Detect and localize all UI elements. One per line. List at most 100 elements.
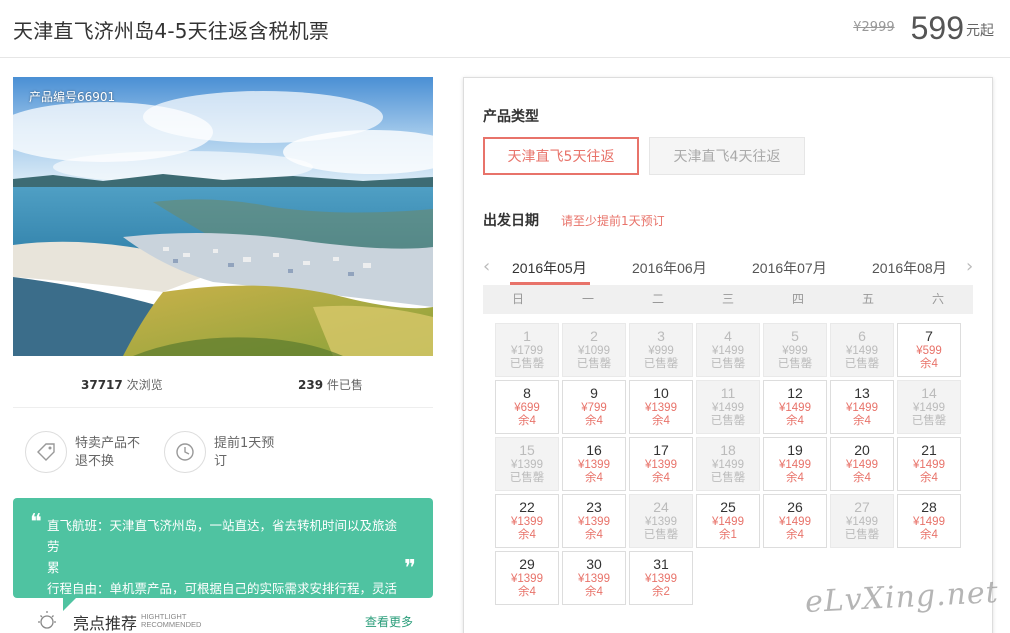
- calendar-day-cell[interactable]: 30 ¥1399 余4: [562, 551, 626, 605]
- product-title: 天津直飞济州岛4-5天往返含税机票: [13, 19, 330, 43]
- prev-month-arrow-icon[interactable]: ‹: [483, 256, 490, 277]
- feature-line: 退不换: [75, 454, 115, 469]
- price-block: ¥2999 599 元起: [853, 8, 994, 48]
- day-number: 4: [724, 328, 732, 344]
- day-price: ¥1499: [779, 459, 811, 471]
- day-price: ¥1399: [511, 573, 543, 585]
- tab-month-2016-06[interactable]: 2016年06月: [632, 258, 707, 278]
- next-month-arrow-icon[interactable]: ›: [966, 256, 973, 277]
- product-type-option-5day[interactable]: 天津直飞5天往返: [483, 137, 639, 175]
- calendar-day-cell: 14 ¥1499 已售罄: [897, 380, 961, 434]
- calendar-day-cell[interactable]: 22 ¥1399 余4: [495, 494, 559, 548]
- day-number: 19: [787, 442, 803, 458]
- weekday-label: 四: [791, 292, 804, 306]
- calendar-day-cell[interactable]: 8 ¥699 余4: [495, 380, 559, 434]
- calendar-day-cell[interactable]: 23 ¥1399 余4: [562, 494, 626, 548]
- day-price: ¥1499: [712, 345, 744, 357]
- day-availability: 余4: [585, 529, 603, 541]
- day-number: 25: [720, 499, 736, 515]
- day-availability: 已售罄: [710, 472, 746, 484]
- calendar-day-cell: 3 ¥999 已售罄: [629, 323, 693, 377]
- day-availability: 余4: [585, 472, 603, 484]
- day-availability: 余4: [853, 415, 871, 427]
- calendar-day-cell[interactable]: 17 ¥1399 余4: [629, 437, 693, 491]
- day-number: 22: [519, 499, 535, 515]
- day-availability: 余1: [719, 529, 737, 541]
- calendar-day-cell[interactable]: 29 ¥1399 余4: [495, 551, 559, 605]
- day-price: ¥1799: [511, 345, 543, 357]
- coast-landscape-image: [13, 77, 433, 356]
- weekday-header: 日 一 二 三 四 五 六: [483, 285, 973, 314]
- open-quote-icon: ❝: [30, 510, 42, 535]
- day-price: ¥599: [916, 345, 942, 357]
- day-price: ¥1499: [913, 516, 945, 528]
- sold-label: 件已售: [326, 378, 363, 392]
- day-price: ¥1499: [846, 402, 878, 414]
- day-price: ¥1499: [712, 516, 744, 528]
- day-number: 23: [586, 499, 602, 515]
- day-number: 6: [858, 328, 866, 344]
- day-availability: 已售罄: [710, 415, 746, 427]
- day-availability: 已售罄: [643, 529, 679, 541]
- day-number: 26: [787, 499, 803, 515]
- views-count: 37717: [81, 378, 123, 392]
- tab-month-2016-07[interactable]: 2016年07月: [752, 258, 827, 278]
- day-availability: 余4: [786, 472, 804, 484]
- day-availability: 余4: [920, 472, 938, 484]
- calendar-day-cell: 27 ¥1499 已售罄: [830, 494, 894, 548]
- calendar-day-cell: 5 ¥999 已售罄: [763, 323, 827, 377]
- calendar-day-cell[interactable]: 26 ¥1499 余4: [763, 494, 827, 548]
- tab-month-2016-05[interactable]: 2016年05月: [512, 258, 587, 278]
- calendar-day-cell[interactable]: 7 ¥599 余4: [897, 323, 961, 377]
- calendar-day-cell[interactable]: 21 ¥1499 余4: [897, 437, 961, 491]
- calendar-day-cell[interactable]: 20 ¥1499 余4: [830, 437, 894, 491]
- day-availability: 余4: [585, 415, 603, 427]
- calendar-day-cell[interactable]: 25 ¥1499 余1: [696, 494, 760, 548]
- day-availability: 余4: [518, 415, 536, 427]
- day-availability: 余4: [652, 472, 670, 484]
- calendar-day-cell: 24 ¥1399 已售罄: [629, 494, 693, 548]
- day-price: ¥1399: [645, 402, 677, 414]
- day-number: 11: [720, 385, 736, 401]
- booking-panel: 产品类型 天津直飞5天往返 天津直飞4天往返 出发日期 请至少提前1天预订 ‹ …: [463, 77, 993, 633]
- product-photo[interactable]: 产品编号66901: [13, 77, 433, 356]
- day-price: ¥1399: [578, 459, 610, 471]
- day-availability: 已售罄: [777, 358, 813, 370]
- calendar-day-cell[interactable]: 28 ¥1499 余4: [897, 494, 961, 548]
- product-type-option-4day[interactable]: 天津直飞4天往返: [649, 137, 805, 175]
- feature-advance-booking: 提前1天预 订: [164, 431, 274, 473]
- day-price: ¥1399: [511, 516, 543, 528]
- day-availability: 已售罄: [576, 358, 612, 370]
- day-number: 1: [523, 328, 531, 344]
- day-number: 16: [586, 442, 602, 458]
- calendar-day-cell[interactable]: 31 ¥1399 余2: [629, 551, 693, 605]
- calendar-day-cell: 18 ¥1499 已售罄: [696, 437, 760, 491]
- price-unit: 元起: [966, 23, 994, 39]
- note-line: 累: [47, 560, 60, 575]
- calendar-day-cell[interactable]: 19 ¥1499 余4: [763, 437, 827, 491]
- day-price: ¥1499: [712, 459, 744, 471]
- day-availability: 余4: [920, 529, 938, 541]
- original-price: ¥2999: [853, 20, 895, 35]
- views-label: 次浏览: [126, 378, 163, 392]
- calendar-day-cell[interactable]: 16 ¥1399 余4: [562, 437, 626, 491]
- calendar-day-cell[interactable]: 9 ¥799 余4: [562, 380, 626, 434]
- divider: [13, 407, 433, 408]
- day-price: ¥1399: [578, 573, 610, 585]
- day-price: ¥1499: [913, 402, 945, 414]
- day-number: 12: [787, 385, 803, 401]
- tab-month-2016-08[interactable]: 2016年08月: [872, 258, 947, 278]
- current-price: 599: [910, 10, 964, 46]
- bulb-icon: [38, 611, 56, 629]
- stats-bar: 37717 次浏览 239 件已售: [13, 372, 433, 396]
- day-availability: 已售罄: [643, 358, 679, 370]
- view-more-link[interactable]: 查看更多: [365, 613, 413, 630]
- day-number: 10: [653, 385, 669, 401]
- calendar-day-cell[interactable]: 13 ¥1499 余4: [830, 380, 894, 434]
- calendar-day-cell[interactable]: 12 ¥1499 余4: [763, 380, 827, 434]
- weekday-label: 一: [581, 292, 594, 306]
- weekday-label: 二: [651, 292, 664, 306]
- calendar-day-cell[interactable]: 10 ¥1399 余4: [629, 380, 693, 434]
- day-number: 14: [921, 385, 937, 401]
- day-price: ¥1499: [779, 402, 811, 414]
